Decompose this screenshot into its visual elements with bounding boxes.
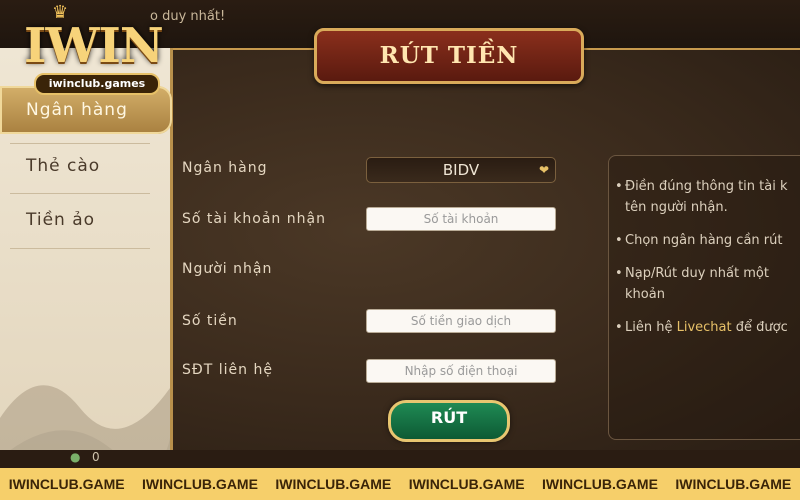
- footer-label: IWINCLUB.GAME: [408, 476, 525, 492]
- account-input[interactable]: Số tài khoản: [366, 207, 556, 231]
- sidebar-divider: [10, 193, 150, 194]
- account-placeholder: Số tài khoản: [423, 212, 499, 226]
- sidebar-item-label: Tiền ảo: [26, 210, 96, 230]
- logo-brand: IWIN: [24, 18, 164, 74]
- amount-label: Số tiền: [182, 313, 238, 329]
- footer-label: IWINCLUB.GAME: [8, 476, 125, 492]
- amount-input[interactable]: Số tiền giao dịch: [366, 309, 556, 333]
- sidebar-item-label: Ngân hàng: [26, 100, 128, 120]
- sidebar-item-label: Thẻ cào: [26, 156, 101, 176]
- sidebar-divider: [10, 248, 150, 249]
- footer-label: IWINCLUB.GAME: [542, 476, 658, 492]
- sidebar-item-tien-ao[interactable]: Tiền ảo: [0, 196, 150, 244]
- account-label: Số tài khoản nhận: [182, 211, 326, 227]
- phone-placeholder: Nhập số điện thoại: [404, 364, 518, 378]
- info-item-2: • Chọn ngân hàng cần rút: [615, 233, 783, 248]
- bank-select[interactable]: BIDV ❤: [366, 157, 556, 183]
- coin-count: 0: [92, 450, 100, 464]
- iwin-logo: ♛ IWIN iwinclub.games: [10, 0, 170, 100]
- info-item-1b: tên người nhận.: [625, 200, 728, 215]
- footer-label: IWINCLUB.GAME: [142, 476, 258, 492]
- phone-input[interactable]: Nhập số điện thoại: [366, 359, 556, 383]
- sidebar: Ngân hàng Thẻ cào Tiền ảo: [0, 48, 173, 498]
- footer-label: IWINCLUB.GAME: [675, 476, 792, 492]
- sidebar-item-the-cao[interactable]: Thẻ cào: [0, 142, 150, 190]
- phone-label: SĐT liên hệ: [182, 362, 273, 378]
- withdraw-button[interactable]: RÚT: [388, 400, 510, 442]
- info-item-4: • Liên hệ Livechat để được: [615, 320, 788, 335]
- footer-label: IWINCLUB.GAME: [275, 476, 392, 492]
- bank-label: Ngân hàng: [182, 160, 268, 176]
- dialog-title: RÚT TIỀN: [314, 28, 584, 84]
- chevron-down-icon: ❤: [538, 163, 549, 177]
- livechat-link[interactable]: Livechat: [677, 320, 732, 335]
- info-item-3b: khoản: [625, 287, 665, 302]
- amount-placeholder: Số tiền giao dịch: [410, 314, 512, 328]
- receiver-label: Người nhận: [182, 261, 273, 277]
- footer-banner: IWINCLUB.GAME IWINCLUB.GAME IWINCLUB.GAM…: [0, 468, 800, 500]
- info-panel: • Điền đúng thông tin tài k tên người nhậ…: [608, 155, 800, 440]
- bottom-band: ● 0: [0, 450, 800, 468]
- bank-select-value: BIDV: [442, 161, 480, 179]
- logo-domain: iwinclub.games: [34, 73, 160, 95]
- info-item-3: • Nạp/Rút duy nhất một: [615, 266, 769, 281]
- coin-icon: ●: [70, 450, 81, 464]
- info-item-1: • Điền đúng thông tin tài k: [615, 179, 788, 194]
